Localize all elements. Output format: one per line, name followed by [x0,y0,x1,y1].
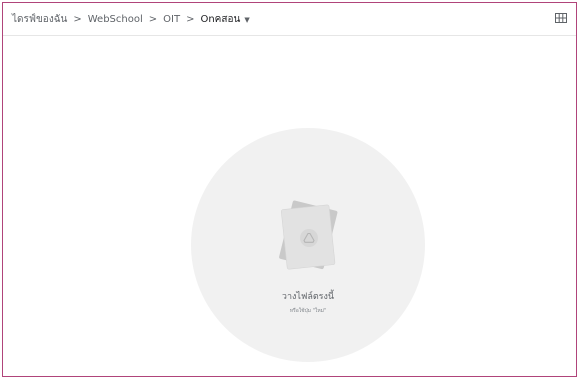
drive-header: ไดรฟ์ของฉัน > WebSchool > OIT > Onคสอน ▼ [3,3,576,36]
breadcrumb-separator: > [148,14,158,25]
folder-menu-dropdown-icon[interactable]: ▼ [244,16,249,24]
breadcrumb-separator: > [186,14,195,25]
drop-zone-subtitle: หรือใช้ปุ่ม "ใหม่" [289,308,327,314]
breadcrumb-item-my-drive[interactable]: ไดรฟ์ของฉัน [12,12,67,27]
breadcrumb-item-oit[interactable]: OIT [163,14,180,25]
breadcrumb: ไดรฟ์ของฉัน > WebSchool > OIT > Onคสอน ▼ [12,12,250,27]
breadcrumb-item-webschool[interactable]: WebSchool [88,14,143,25]
drive-window: ไดรฟ์ของฉัน > WebSchool > OIT > Onคสอน ▼ [2,2,577,377]
breadcrumb-item-current-folder[interactable]: Onคสอน [200,12,240,27]
breadcrumb-separator: > [73,14,82,25]
drop-zone-title: วางไฟล์ตรงนี้ [281,292,335,302]
grid-view-icon[interactable] [555,13,567,23]
drive-logo-icon [279,200,338,270]
